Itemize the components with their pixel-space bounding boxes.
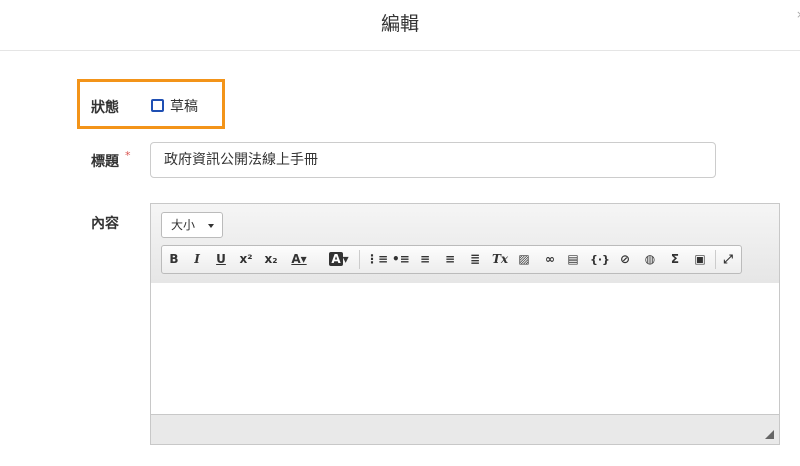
bold-icon[interactable]: B <box>167 250 181 269</box>
formatting-toolbar: B I U x² x₂ A▾ A ▾ ⋮≡ •≡ ≡ ≡ ≣ Tx ▨ ∞ ▤ {… <box>161 245 742 274</box>
sigma-icon[interactable]: Σ <box>667 250 683 269</box>
justify-icon[interactable]: ≣ <box>467 250 483 269</box>
status-label: 狀態 <box>91 100 119 116</box>
source-code-icon[interactable]: ▣ <box>692 250 708 269</box>
image-icon[interactable]: ▨ <box>516 250 532 269</box>
remove-format-icon[interactable]: Tx <box>491 250 509 269</box>
title-input[interactable]: 政府資訊公開法線上手冊 <box>150 142 716 178</box>
underline-icon[interactable]: U <box>214 250 228 269</box>
font-size-value: 大小 <box>171 218 196 232</box>
text-color-icon[interactable]: A▾ <box>287 250 311 269</box>
fullscreen-icon[interactable]: ⤢ <box>720 250 736 269</box>
editor-content-area[interactable] <box>151 283 779 415</box>
link-icon[interactable]: ∞ <box>541 250 559 269</box>
draft-checkbox[interactable] <box>151 99 164 112</box>
superscript-icon[interactable]: x² <box>238 250 254 269</box>
resize-grip-icon[interactable] <box>765 430 774 439</box>
dialog-header: 編輯 × <box>0 0 800 51</box>
code-block-icon[interactable]: {·} <box>590 250 610 269</box>
toolbar-separator <box>715 250 716 269</box>
align-left-icon[interactable]: ≡ <box>417 250 433 269</box>
draft-checkbox-label[interactable]: 草稿 <box>170 96 198 116</box>
globe-icon[interactable]: ◍ <box>642 250 658 269</box>
rich-text-editor: 大小 B I U x² x₂ A▾ A ▾ ⋮≡ •≡ ≡ ≡ ≣ Tx ▨ ∞ … <box>150 203 780 445</box>
align-center-icon[interactable]: ≡ <box>442 250 458 269</box>
chevron-down-icon <box>208 224 214 228</box>
background-color-icon[interactable]: A ▾ <box>327 250 351 269</box>
save-icon[interactable]: ▤ <box>565 250 581 269</box>
title-label: 標題 <box>91 154 119 170</box>
italic-icon[interactable]: I <box>190 250 204 269</box>
attachment-icon[interactable]: ⊘ <box>617 250 633 269</box>
content-label: 內容 <box>91 216 119 232</box>
dialog-title: 編輯 <box>380 13 419 35</box>
numbered-list-icon[interactable]: ⋮≡ <box>366 250 388 269</box>
editor-toolbar-area: 大小 B I U x² x₂ A▾ A ▾ ⋮≡ •≡ ≡ ≡ ≣ Tx ▨ ∞ … <box>151 204 779 284</box>
subscript-icon[interactable]: x₂ <box>263 250 279 269</box>
editor-status-bar <box>151 414 779 444</box>
toolbar-separator <box>359 250 360 269</box>
close-icon[interactable]: × <box>796 8 800 20</box>
font-size-select[interactable]: 大小 <box>161 212 223 238</box>
required-mark: * <box>125 149 131 162</box>
bulleted-list-icon[interactable]: •≡ <box>392 250 410 269</box>
